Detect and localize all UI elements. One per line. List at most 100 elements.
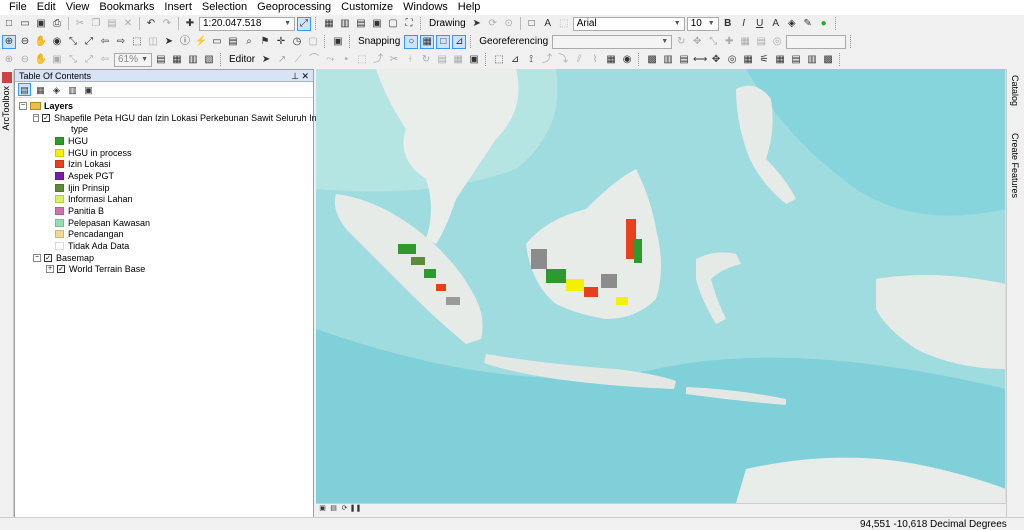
identify-icon[interactable]: ⓘ xyxy=(178,35,192,49)
expand-icon[interactable]: + xyxy=(46,265,54,274)
menu-item-customize[interactable]: Customize xyxy=(336,0,398,15)
menu-item-edit[interactable]: Edit xyxy=(32,0,61,15)
topology-select-icon[interactable]: ⬚ xyxy=(492,53,506,67)
edge-snapping-icon[interactable]: ⊿ xyxy=(452,34,467,49)
focus-data-frame-icon[interactable]: ▦ xyxy=(170,53,184,67)
layer-properties-icon[interactable]: ▤ xyxy=(677,53,691,67)
geometric-network-icon[interactable]: ⚟ xyxy=(757,53,771,67)
legend-swatch[interactable] xyxy=(55,183,64,192)
layout-fixed-zoom-in-icon[interactable]: ⤡ xyxy=(66,53,80,67)
legend-swatch[interactable] xyxy=(55,136,64,145)
layout-back-icon[interactable]: ⇦ xyxy=(98,53,112,67)
topology-modify-icon[interactable]: ⤵ xyxy=(556,53,570,67)
menu-item-windows[interactable]: Windows xyxy=(398,0,453,15)
measure-icon[interactable]: ▤ xyxy=(226,35,240,49)
legend-item[interactable]: Pelepasan Kawasan xyxy=(15,217,313,229)
zoom-out-icon[interactable]: ⊖ xyxy=(18,35,32,49)
collapse-icon[interactable]: − xyxy=(19,101,27,110)
editor-menu[interactable]: Editor xyxy=(227,54,257,65)
toolbar-grip[interactable] xyxy=(315,17,318,30)
search-window-icon[interactable]: ▤ xyxy=(354,17,368,31)
trace-icon[interactable]: ⤳ xyxy=(323,53,337,67)
menu-item-view[interactable]: View xyxy=(61,0,95,15)
paste-icon[interactable]: ▤ xyxy=(105,17,119,31)
legend-item[interactable]: Informasi Lahan xyxy=(15,194,313,206)
data-view-icon[interactable]: ▣ xyxy=(318,505,327,514)
create-features-icon[interactable]: ▣ xyxy=(467,53,481,67)
menu-item-help[interactable]: Help xyxy=(453,0,486,15)
parcel-icon[interactable]: ▦ xyxy=(741,53,755,67)
graph-icon[interactable]: ▩ xyxy=(821,53,835,67)
redo-icon[interactable]: ↷ xyxy=(160,17,174,31)
legend-item[interactable]: Ijin Prinsip xyxy=(15,182,313,194)
underline-button[interactable]: U xyxy=(753,17,767,31)
drawing-menu[interactable]: Drawing xyxy=(427,18,468,29)
link-table-icon[interactable]: ▦ xyxy=(738,35,752,49)
copy-icon[interactable]: ❐ xyxy=(89,17,103,31)
error-inspector-icon[interactable]: ◉ xyxy=(620,53,634,67)
legend-swatch[interactable] xyxy=(55,148,64,157)
refresh-icon[interactable]: ⟳ xyxy=(340,505,349,514)
clear-selection-icon[interactable]: ◫ xyxy=(146,35,160,49)
layout-grid-icon[interactable]: ▤ xyxy=(789,53,803,67)
edit-vertices-icon[interactable]: ⬚ xyxy=(557,17,571,31)
font-name-combo[interactable]: Arial ▼ xyxy=(572,16,685,31)
toolbar-grip[interactable] xyxy=(834,17,838,30)
layer-visibility-checkbox[interactable]: ✓ xyxy=(44,253,52,262)
auto-adjust-icon[interactable]: ◎ xyxy=(770,35,784,49)
layers-dataframe[interactable]: − Layers xyxy=(15,100,313,112)
rotate-georef-icon[interactable]: ↻ xyxy=(674,35,688,49)
straight-segment-icon[interactable]: ⟋ xyxy=(291,53,305,67)
legend-swatch[interactable] xyxy=(55,160,64,169)
menu-item-selection[interactable]: Selection xyxy=(197,0,252,15)
catalog-window-icon[interactable]: ▥ xyxy=(338,17,352,31)
close-icon[interactable]: ✕ xyxy=(301,71,309,81)
end-snapping-icon[interactable]: ▦ xyxy=(420,34,435,49)
magnifier-icon[interactable]: ▣ xyxy=(331,35,345,49)
reshape-icon[interactable]: ⤴ xyxy=(371,53,385,67)
change-layout-icon[interactable]: ▥ xyxy=(186,53,200,67)
topology-align-icon[interactable]: ⫽ xyxy=(572,53,586,67)
find-route-icon[interactable]: ⚑ xyxy=(258,35,272,49)
table-icon[interactable]: ▦ xyxy=(322,17,336,31)
validate-topology-icon[interactable]: ▦ xyxy=(604,53,618,67)
layout-fixed-zoom-out-icon[interactable]: ⤢ xyxy=(82,53,96,67)
toolbar-grip[interactable] xyxy=(420,17,423,30)
menu-item-bookmarks[interactable]: Bookmarks xyxy=(94,0,159,15)
arctoolbox-tab[interactable]: ArcToolbox xyxy=(0,70,14,530)
pin-icon[interactable]: ⊥ xyxy=(291,71,299,81)
point-icon[interactable]: • xyxy=(339,53,353,67)
georef-layer-combo[interactable]: ▼ xyxy=(552,34,673,49)
legend-item[interactable]: HGU in process xyxy=(15,147,313,159)
layout-pan-icon[interactable]: ✋ xyxy=(34,53,48,67)
select-elements-icon[interactable]: ➤ xyxy=(162,35,176,49)
add-feature-class-icon[interactable]: ▩ xyxy=(645,53,659,67)
edit-annotation-icon[interactable]: ↗ xyxy=(275,53,289,67)
menu-item-geoprocessing[interactable]: Geoprocessing xyxy=(252,0,336,15)
full-extent-icon[interactable]: ◉ xyxy=(50,35,64,49)
text-icon[interactable]: A xyxy=(541,17,555,31)
fill-color-icon[interactable]: ◈ xyxy=(785,17,799,31)
toolbar-grip[interactable] xyxy=(485,53,488,66)
fixed-zoom-out-icon[interactable]: ⤢ xyxy=(82,35,96,49)
terrain-layer[interactable]: + ✓ World Terrain Base xyxy=(15,264,313,276)
edit-tool-icon[interactable]: ➤ xyxy=(259,53,273,67)
topology-generalize-icon[interactable]: ⌇ xyxy=(588,53,602,67)
legend-item[interactable]: HGU xyxy=(15,135,313,147)
rectangle-icon[interactable]: □ xyxy=(525,17,539,31)
create-features-tab[interactable]: Create Features xyxy=(1010,133,1020,198)
georef-transparency-combo[interactable] xyxy=(786,34,847,49)
legend-item[interactable]: Panitia B xyxy=(15,205,313,217)
zoom-percent-combo[interactable]: 61% ▼ xyxy=(114,52,152,67)
legend-swatch[interactable] xyxy=(55,230,64,239)
toolbar-grip[interactable] xyxy=(850,35,853,48)
georeferencing-menu[interactable]: Georeferencing xyxy=(477,36,550,47)
list-by-drawing-order-icon[interactable]: ▤ xyxy=(18,83,31,96)
font-size-combo[interactable]: 10 ▼ xyxy=(686,16,719,31)
sketch-properties-icon[interactable]: ▦ xyxy=(451,53,465,67)
rotate-edit-icon[interactable]: ↻ xyxy=(419,53,433,67)
legend-item[interactable]: Aspek PGT xyxy=(15,170,313,182)
vertex-snapping-icon[interactable]: □ xyxy=(436,34,451,49)
menu-item-file[interactable]: File xyxy=(4,0,32,15)
open-folder-icon[interactable]: ▭ xyxy=(18,17,32,31)
